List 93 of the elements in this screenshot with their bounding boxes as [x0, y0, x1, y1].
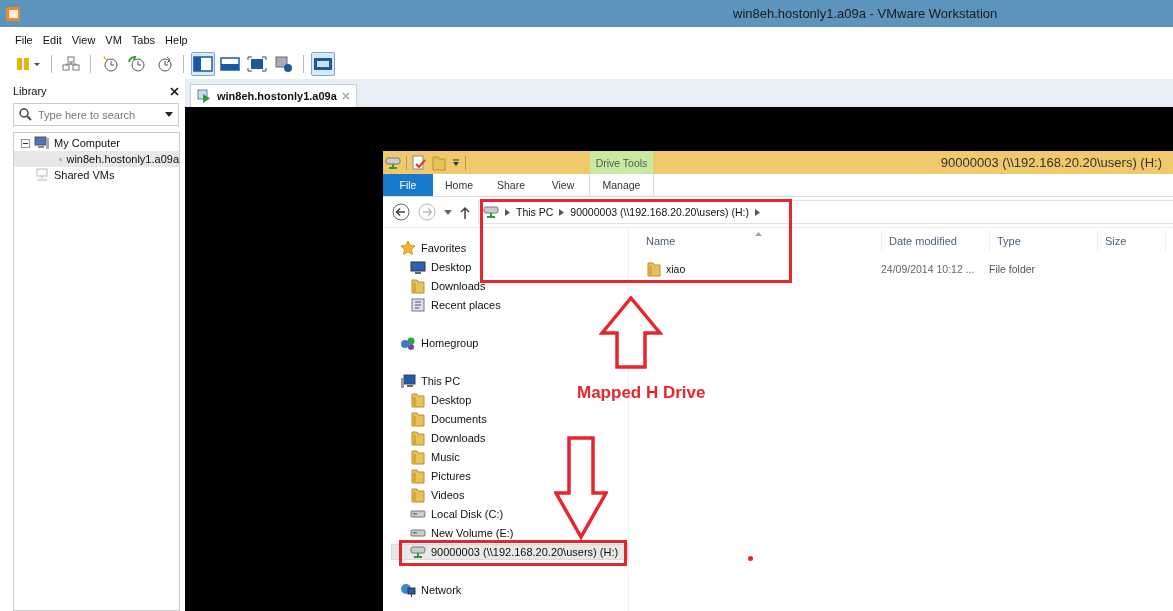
- column-header[interactable]: Size: [1098, 231, 1166, 251]
- recent-locations-icon[interactable]: [444, 209, 452, 215]
- address-bar[interactable]: This PC 90000003 (\\192.168.20.20\users) (H:): [478, 200, 1173, 224]
- nav-item[interactable]: Videos: [391, 486, 466, 503]
- network-drive-icon: [410, 544, 426, 559]
- folder-icon: [410, 467, 426, 484]
- sort-caret-icon: [755, 232, 763, 236]
- column-header[interactable]: Name: [639, 231, 882, 251]
- nav-item[interactable]: Recent places: [391, 296, 502, 313]
- computer-icon: [400, 372, 416, 389]
- nav-item[interactable]: Desktop: [391, 391, 473, 408]
- toolbar-button[interactable]: [311, 52, 335, 76]
- folder-icon: [410, 410, 426, 427]
- folder-icon: [646, 261, 662, 277]
- nav-item[interactable]: Downloads: [391, 277, 487, 294]
- menu-item[interactable]: Edit: [42, 34, 62, 46]
- window-icon: [193, 56, 213, 72]
- network-drive-icon: [483, 205, 499, 219]
- menu-item[interactable]: View: [71, 34, 96, 46]
- nav-item[interactable]: New Volume (E:): [391, 524, 515, 541]
- breadcrumb[interactable]: 90000003 (\\192.168.20.20\users) (H:): [570, 206, 749, 218]
- folder-icon: [410, 429, 426, 446]
- tree-item[interactable]: win8eh.hostonly1.a09a: [14, 151, 179, 167]
- file-menu-button[interactable]: File: [383, 174, 433, 196]
- customize-caret-icon[interactable]: [452, 158, 460, 167]
- network-icon: [400, 581, 416, 598]
- ribbon-tab[interactable]: Share: [485, 174, 537, 196]
- folder-icon: [410, 391, 426, 408]
- chevron-icon[interactable]: [559, 208, 565, 216]
- clock-icon: [128, 55, 146, 73]
- annotation-label: Mapped H Drive: [577, 383, 706, 403]
- search-icon: [19, 108, 32, 121]
- window-icon: [313, 56, 333, 72]
- window-icon: [275, 56, 293, 72]
- nav-item[interactable]: Music: [391, 448, 461, 465]
- monitor-icon: [410, 258, 426, 275]
- nav-item[interactable]: Pictures: [391, 467, 472, 484]
- nav-item[interactable]: Network: [391, 581, 463, 598]
- window-title: win8eh.hostonly1.a09a - VMware Workstation: [733, 6, 998, 21]
- table-cell-text: 24/09/2014 10:12 ...: [880, 263, 976, 275]
- folder-icon: [410, 277, 426, 294]
- breadcrumb[interactable]: This PC: [516, 206, 554, 218]
- table-cell-text: File folder: [988, 263, 1037, 275]
- file-name[interactable]: xiao: [639, 261, 686, 277]
- collapse-icon[interactable]: [21, 138, 30, 148]
- nav-item[interactable]: Homegroup: [391, 334, 480, 351]
- context-tab-group: Drive Tools: [590, 151, 653, 174]
- network-icon: [62, 56, 80, 72]
- menu-item[interactable]: Help: [165, 34, 188, 46]
- nav-item[interactable]: Documents: [391, 410, 488, 427]
- toolbar-button[interactable]: [191, 52, 215, 76]
- clock-icon: [155, 55, 173, 73]
- menu-item[interactable]: File: [15, 34, 33, 46]
- nav-item[interactable]: 90000003 (\\192.168.20.20\users) (H:): [391, 543, 628, 560]
- clock-icon: [101, 55, 119, 73]
- window-title: 90000003 (\\192.168.20.20\users) (H:): [940, 155, 1163, 170]
- vm-tab[interactable]: win8eh.hostonly1.a09a: [190, 84, 357, 107]
- up-arrow-icon[interactable]: [460, 205, 470, 219]
- marker-dot: [748, 556, 753, 561]
- panel-title: Library: [13, 85, 47, 97]
- ribbon-tab[interactable]: View: [537, 174, 589, 196]
- nav-item[interactable]: Desktop: [391, 258, 473, 275]
- window-icon: [220, 56, 240, 72]
- nav-item[interactable]: Downloads: [391, 429, 487, 446]
- app-icon: [5, 5, 21, 22]
- network-drive-icon: [385, 155, 401, 170]
- ribbon-tab[interactable]: Manage: [589, 174, 654, 196]
- back-button[interactable]: [392, 203, 410, 221]
- column-header[interactable]: Type: [990, 231, 1098, 251]
- chevron-icon[interactable]: [505, 208, 510, 216]
- chevron-icon[interactable]: [754, 208, 760, 216]
- search-input[interactable]: Type here to search: [38, 108, 159, 121]
- shared-icon: [34, 168, 50, 182]
- menu-item[interactable]: VM: [105, 34, 122, 46]
- menu-item[interactable]: Tabs: [131, 34, 156, 46]
- nav-item[interactable]: Favorites: [391, 239, 468, 256]
- computer-icon: [34, 136, 50, 150]
- close-icon[interactable]: [170, 86, 179, 96]
- star-icon: [400, 239, 416, 256]
- search-field[interactable]: Type here to search: [13, 103, 179, 126]
- dropdown-icon[interactable]: [165, 112, 173, 117]
- nav-item[interactable]: This PC: [391, 372, 462, 389]
- properties-icon[interactable]: [412, 154, 426, 171]
- tree-item[interactable]: Shared VMs: [14, 167, 179, 183]
- folder-icon: [410, 448, 426, 465]
- ribbon-tab[interactable]: Home: [433, 174, 485, 196]
- tree-item[interactable]: My Computer: [14, 135, 179, 151]
- folder-icon: [410, 486, 426, 503]
- pause-icon: [16, 56, 42, 72]
- nav-item[interactable]: Local Disk (C:): [391, 505, 505, 522]
- recent-places-icon: [410, 296, 426, 313]
- fullscreen-icon: [247, 56, 267, 72]
- column-header[interactable]: Date modified: [882, 231, 990, 251]
